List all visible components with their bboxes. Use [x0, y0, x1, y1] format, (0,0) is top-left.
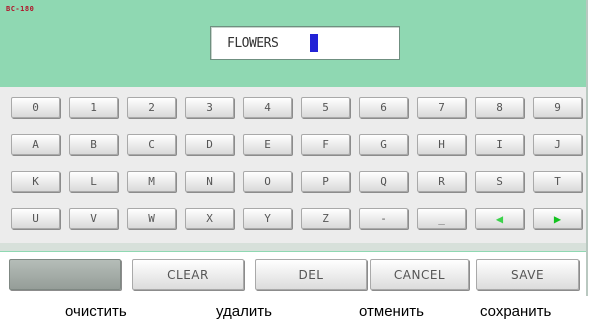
key-8[interactable]: 8 [475, 97, 524, 118]
key-hyphen[interactable]: - [359, 208, 408, 229]
key-r[interactable]: R [417, 171, 466, 192]
name-input-value: FLOWERS [227, 36, 279, 51]
key-l[interactable]: L [69, 171, 118, 192]
key-o[interactable]: O [243, 171, 292, 192]
key-y[interactable]: Y [243, 208, 292, 229]
key-2[interactable]: 2 [127, 97, 176, 118]
key-7[interactable]: 7 [417, 97, 466, 118]
key-3[interactable]: 3 [185, 97, 234, 118]
machine-screen: BC-180 FLOWERS 0 1 2 3 4 5 6 7 8 9 A B C… [0, 0, 588, 296]
key-underscore[interactable]: _ [417, 208, 466, 229]
key-v[interactable]: V [69, 208, 118, 229]
name-input-field[interactable]: FLOWERS [210, 26, 400, 60]
caption-clear: очистить [65, 303, 127, 320]
key-u[interactable]: U [11, 208, 60, 229]
keyboard-bottom-divider [0, 243, 586, 251]
key-t[interactable]: T [533, 171, 582, 192]
key-j[interactable]: J [533, 134, 582, 155]
key-n[interactable]: N [185, 171, 234, 192]
key-w[interactable]: W [127, 208, 176, 229]
key-e[interactable]: E [243, 134, 292, 155]
key-k[interactable]: K [11, 171, 60, 192]
key-c[interactable]: C [127, 134, 176, 155]
key-p[interactable]: P [301, 171, 350, 192]
save-button[interactable]: SAVE [476, 259, 579, 290]
cancel-button[interactable]: CANCEL [370, 259, 469, 290]
key-g[interactable]: G [359, 134, 408, 155]
key-d[interactable]: D [185, 134, 234, 155]
key-x[interactable]: X [185, 208, 234, 229]
key-a[interactable]: A [11, 134, 60, 155]
key-m[interactable]: M [127, 171, 176, 192]
key-9[interactable]: 9 [533, 97, 582, 118]
blank-action-button [9, 259, 121, 290]
clear-button[interactable]: CLEAR [132, 259, 244, 290]
text-cursor [310, 34, 318, 52]
key-1[interactable]: 1 [69, 97, 118, 118]
delete-button[interactable]: DEL [255, 259, 367, 290]
cursor-left-arrow-icon[interactable]: ◀ [475, 208, 524, 229]
caption-delete: удалить [216, 303, 272, 320]
key-s[interactable]: S [475, 171, 524, 192]
key-4[interactable]: 4 [243, 97, 292, 118]
key-6[interactable]: 6 [359, 97, 408, 118]
key-h[interactable]: H [417, 134, 466, 155]
key-q[interactable]: Q [359, 171, 408, 192]
cursor-right-arrow-icon[interactable]: ▶ [533, 208, 582, 229]
key-i[interactable]: I [475, 134, 524, 155]
model-badge: BC-180 [6, 5, 35, 13]
key-f[interactable]: F [301, 134, 350, 155]
caption-save: сохранить [480, 303, 552, 320]
key-b[interactable]: B [69, 134, 118, 155]
key-5[interactable]: 5 [301, 97, 350, 118]
key-0[interactable]: 0 [11, 97, 60, 118]
key-z[interactable]: Z [301, 208, 350, 229]
caption-cancel: отменить [359, 303, 424, 320]
